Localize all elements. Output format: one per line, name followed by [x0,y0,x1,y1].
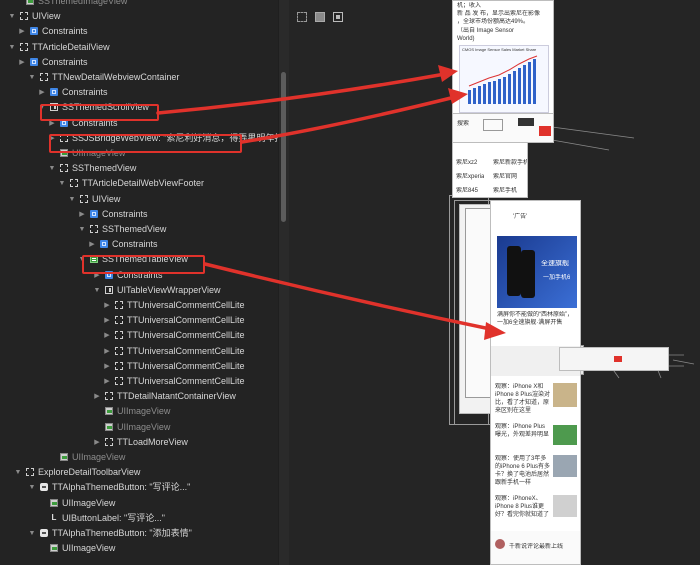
annotation-arrows [156,65,506,340]
xcode-view-debugger: { "tree": { "rows": [ {"label":"SSThemed… [0,0,700,565]
